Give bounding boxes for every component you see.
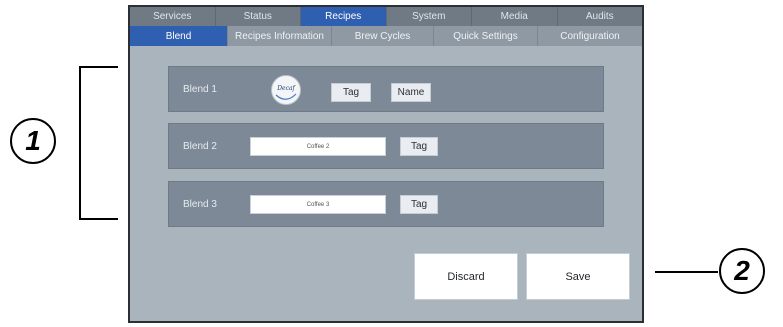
blend-1-tag-button[interactable]: Tag bbox=[331, 83, 371, 102]
blend-2-label: Blend 2 bbox=[183, 140, 217, 152]
blend-1-label: Blend 1 bbox=[183, 83, 217, 95]
device-screen: Services Status Recipes System Media Aud… bbox=[128, 5, 644, 323]
subtab-recipes-information[interactable]: Recipes Information bbox=[228, 26, 332, 46]
subtab-blend[interactable]: Blend bbox=[130, 26, 228, 46]
leader-line bbox=[655, 271, 718, 273]
subtab-configuration[interactable]: Configuration bbox=[538, 26, 642, 46]
decaf-logo-text: Decaf bbox=[276, 85, 296, 92]
blend-3-label: Blend 3 bbox=[183, 198, 217, 210]
discard-button[interactable]: Discard bbox=[414, 253, 518, 300]
subtab-quick-settings[interactable]: Quick Settings bbox=[434, 26, 538, 46]
blend-2-panel: Blend 2 Coffee 2 Tag bbox=[168, 123, 604, 169]
blend-1-name-button[interactable]: Name bbox=[391, 83, 431, 102]
tab-media[interactable]: Media bbox=[472, 7, 558, 26]
blend-3-panel: Blend 3 Coffee 3 Tag bbox=[168, 181, 604, 227]
blend-2-name-field[interactable]: Coffee 2 bbox=[250, 137, 386, 156]
blend-2-tag-button[interactable]: Tag bbox=[400, 137, 438, 156]
tab-status[interactable]: Status bbox=[216, 7, 301, 26]
tab-system[interactable]: System bbox=[387, 7, 472, 26]
blend-3-name-field[interactable]: Coffee 3 bbox=[250, 195, 386, 214]
main-tab-bar: Services Status Recipes System Media Aud… bbox=[130, 7, 642, 26]
callout-two: 2 bbox=[719, 248, 765, 294]
tab-recipes[interactable]: Recipes bbox=[301, 7, 387, 26]
blend-1-panel: Blend 1 Decaf Tag Name bbox=[168, 66, 604, 112]
callout-one: 1 bbox=[10, 118, 56, 164]
callout-one-number: 1 bbox=[25, 125, 41, 156]
blend-3-tag-button[interactable]: Tag bbox=[400, 195, 438, 214]
save-button[interactable]: Save bbox=[526, 253, 630, 300]
decaf-logo-icon[interactable]: Decaf bbox=[271, 75, 301, 105]
tab-audits[interactable]: Audits bbox=[558, 7, 643, 26]
bracket-line bbox=[79, 66, 118, 220]
subtab-brew-cycles[interactable]: Brew Cycles bbox=[332, 26, 434, 46]
tab-services[interactable]: Services bbox=[130, 7, 216, 26]
sub-tab-bar: Blend Recipes Information Brew Cycles Qu… bbox=[130, 26, 642, 46]
callout-two-number: 2 bbox=[734, 255, 750, 286]
